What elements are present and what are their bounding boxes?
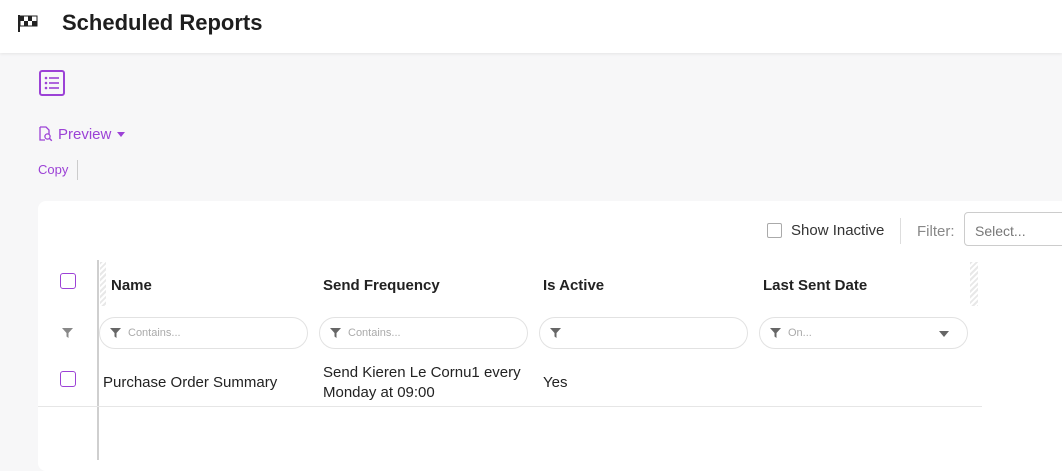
filter-label: Filter:	[917, 223, 955, 240]
toolbar-divider	[77, 160, 78, 180]
column-resize-handle[interactable]	[970, 262, 978, 306]
preview-button[interactable]: Preview	[38, 124, 126, 144]
last-sent-date-filter-input[interactable]: On...	[759, 317, 968, 349]
filter-funnel-icon	[330, 328, 341, 338]
checkered-flag-icon	[18, 15, 38, 32]
send-frequency-filter-placeholder: Contains...	[348, 327, 401, 339]
column-header-last-sent-date[interactable]: Last Sent Date	[763, 277, 867, 294]
chevron-down-icon[interactable]	[939, 331, 949, 337]
is-active-filter-input[interactable]	[539, 317, 748, 349]
filter-funnel-icon	[110, 328, 121, 338]
filter-funnel-icon	[550, 328, 561, 338]
select-all-checkbox[interactable]	[60, 273, 76, 289]
list-view-icon[interactable]	[38, 69, 66, 97]
send-frequency-filter-input[interactable]: Contains...	[319, 317, 528, 349]
preview-label: Preview	[58, 125, 112, 143]
show-inactive-toggle[interactable]: Show Inactive	[767, 222, 884, 239]
filter-funnel-icon	[62, 328, 73, 338]
filter-funnel-icon	[770, 328, 781, 338]
column-resize-handle[interactable]	[100, 262, 106, 306]
document-search-icon	[39, 126, 53, 142]
last-sent-date-filter-placeholder: On...	[788, 327, 812, 339]
row-send-frequency-line1: Send Kieren Le Cornu1 every	[323, 364, 521, 381]
chevron-down-icon	[117, 131, 126, 137]
filter-select[interactable]: Select...	[964, 212, 1062, 246]
column-header-is-active[interactable]: Is Active	[543, 277, 604, 294]
name-filter-placeholder: Contains...	[128, 327, 181, 339]
column-header-name[interactable]: Name	[111, 277, 152, 294]
row-name: Purchase Order Summary	[103, 374, 278, 391]
row-select-checkbox[interactable]	[60, 371, 76, 387]
copy-button[interactable]: Copy	[38, 162, 68, 177]
row-send-frequency-line2: Monday at 09:00	[323, 384, 435, 401]
name-filter-input[interactable]: Contains...	[99, 317, 308, 349]
show-inactive-label: Show Inactive	[791, 222, 885, 239]
show-inactive-checkbox[interactable]	[767, 223, 782, 238]
column-header-send-frequency[interactable]: Send Frequency	[323, 277, 440, 294]
grid-toolbar-divider	[900, 218, 901, 244]
row-is-active: Yes	[543, 374, 568, 391]
app-header: Scheduled Reports	[0, 0, 1062, 53]
page-title: Scheduled Reports	[62, 10, 263, 35]
